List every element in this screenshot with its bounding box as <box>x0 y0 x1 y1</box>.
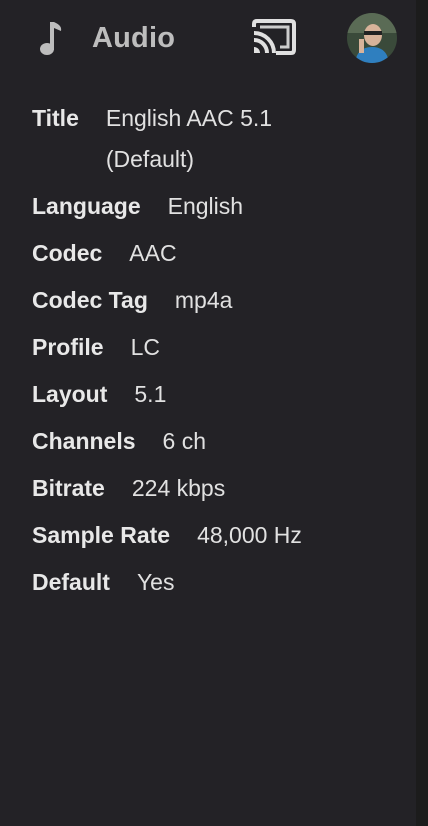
info-value: LC <box>130 334 160 360</box>
info-row-profile: Profile LC <box>32 327 392 368</box>
info-value: 5.1 <box>134 381 167 407</box>
info-label: Language <box>32 193 141 219</box>
info-label: Channels <box>32 428 136 454</box>
info-label: Codec Tag <box>32 287 148 313</box>
info-value: Yes <box>136 569 175 595</box>
info-row-sample-rate: Sample Rate 48,000 Hz <box>32 515 392 556</box>
info-label: Bitrate <box>32 475 105 501</box>
info-value: 48,000 Hz <box>197 522 302 548</box>
music-note-icon <box>40 22 62 55</box>
info-row-codec-tag: Codec Tag mp4a <box>32 280 392 321</box>
info-value: mp4a <box>174 287 233 313</box>
info-row-title: Title English AAC 5.1 (Default) <box>32 98 392 180</box>
info-label: Codec <box>32 240 103 266</box>
info-row-codec: Codec AAC <box>32 233 392 274</box>
info-row-layout: Layout 5.1 <box>32 374 392 415</box>
user-avatar[interactable] <box>347 13 397 63</box>
info-value: 6 ch <box>162 428 207 454</box>
panel-edge <box>416 0 428 826</box>
info-row-channels: Channels 6 ch <box>32 421 392 462</box>
info-value: 224 kbps <box>131 475 226 501</box>
header-bar: Audio <box>0 0 416 78</box>
info-value: English AAC 5.1 (Default) <box>105 105 273 172</box>
info-row-default: Default Yes <box>32 562 392 603</box>
page-title: Audio <box>92 22 176 54</box>
info-value: AAC <box>129 240 177 266</box>
info-row-bitrate: Bitrate 224 kbps <box>32 468 392 509</box>
info-row-language: Language English <box>32 186 392 227</box>
info-label: Profile <box>32 334 104 360</box>
audio-info-list: Title English AAC 5.1 (Default) Language… <box>32 98 392 609</box>
avatar-image <box>347 13 397 63</box>
audio-info-panel: Audio Title English AAC 5.1 (Default) La… <box>0 0 416 826</box>
info-label: Layout <box>32 381 108 407</box>
info-label: Default <box>32 569 110 595</box>
info-label: Title <box>32 105 79 131</box>
info-value: English <box>167 193 244 219</box>
info-label: Sample Rate <box>32 522 171 548</box>
cast-icon[interactable] <box>250 17 298 57</box>
